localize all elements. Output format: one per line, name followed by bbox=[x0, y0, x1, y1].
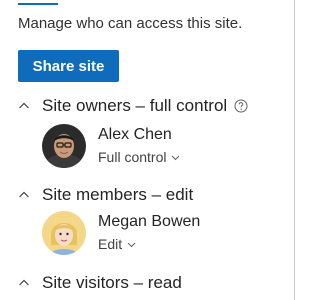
section-header-owners[interactable]: Site owners – full control bbox=[18, 95, 248, 117]
member-person-row: Megan Bowen Edit bbox=[42, 210, 200, 256]
section-header-members[interactable]: Site members – edit bbox=[18, 184, 193, 206]
avatar bbox=[42, 211, 86, 255]
owner-permission-label: Full control bbox=[98, 149, 167, 165]
owner-permission-dropdown[interactable]: Full control bbox=[98, 147, 180, 167]
share-site-button[interactable]: Share site bbox=[18, 50, 119, 82]
member-permission-label: Edit bbox=[98, 236, 123, 252]
chevron-up-icon[interactable] bbox=[18, 189, 30, 201]
chevron-up-icon[interactable] bbox=[18, 100, 30, 112]
avatar bbox=[42, 124, 86, 168]
chevron-down-icon bbox=[172, 155, 180, 160]
owner-person-row: Alex Chen Full control bbox=[42, 123, 180, 169]
member-permission-dropdown[interactable]: Edit bbox=[98, 234, 200, 254]
panel-description: Manage who can access this site. bbox=[18, 15, 243, 32]
section-title-visitors: Site visitors – read bbox=[42, 273, 182, 292]
owner-name: Alex Chen bbox=[98, 126, 172, 143]
chevron-down-icon bbox=[127, 242, 136, 247]
tab-indicator bbox=[18, 3, 58, 5]
section-title-owners: Site owners – full control bbox=[42, 96, 228, 115]
section-header-visitors[interactable]: Site visitors – read bbox=[18, 272, 182, 294]
panel-border bbox=[294, 0, 295, 300]
member-name: Megan Bowen bbox=[98, 213, 201, 230]
chevron-up-icon[interactable] bbox=[18, 277, 30, 289]
question-circle-icon[interactable] bbox=[234, 99, 248, 113]
section-title-members: Site members – edit bbox=[42, 185, 194, 204]
